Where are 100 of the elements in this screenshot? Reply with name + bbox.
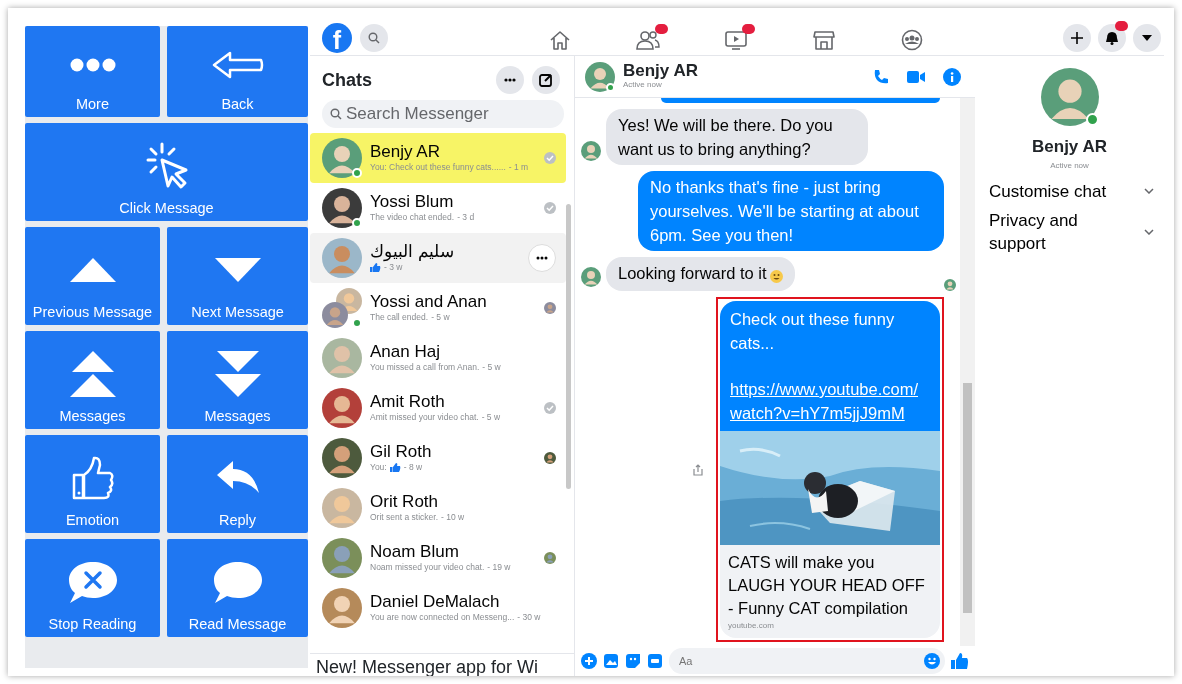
message-input[interactable]: Aa	[669, 648, 945, 674]
contact-name: Orit Roth	[370, 491, 440, 512]
avatar	[1040, 68, 1099, 126]
contact-name: Benjy AR	[370, 141, 441, 162]
contact-name: Yossi and Anan	[370, 291, 488, 312]
contact-name: Benjy AR	[623, 62, 698, 79]
group-icon	[901, 28, 923, 51]
account-menu-button[interactable]	[1133, 23, 1161, 52]
video-screen-icon	[725, 29, 747, 50]
image-icon[interactable]	[603, 653, 619, 669]
tool-button[interactable]: Previous Message	[25, 227, 160, 325]
notifications-button[interactable]	[1098, 23, 1126, 52]
check-circle-icon	[544, 202, 556, 214]
avatar	[322, 138, 362, 178]
contact-name: Amit Roth	[370, 391, 446, 412]
message-preview: Amit missed your video chat.	[370, 411, 479, 425]
more-icon	[504, 78, 516, 82]
plus-icon	[1071, 31, 1083, 44]
message-bubble: Yes! We will be there. Do you want us to bring anything?	[606, 109, 868, 165]
seen-avatar	[544, 302, 556, 314]
gif-icon[interactable]	[647, 653, 663, 669]
link[interactable]: https://www.youtube.com/watch?v=hY7m5jjJ9mM	[730, 377, 918, 425]
new-message-button[interactable]	[532, 66, 560, 94]
video-camera-icon[interactable]	[907, 69, 925, 84]
chat-list-item[interactable]: Anan Haj You missed a call from Anan. - 5 w	[310, 333, 566, 383]
share-icon[interactable]	[693, 463, 703, 476]
notification-badge	[1115, 20, 1128, 31]
triangle-down-icon	[214, 257, 261, 282]
tool-button[interactable]: Messages	[167, 331, 308, 429]
emoji-icon[interactable]	[924, 653, 940, 669]
contact-name: Yossi Blum	[370, 191, 455, 212]
chat-list-item[interactable]: Yossi and Anan The call ended. - 5 w	[310, 283, 566, 333]
section-toggle[interactable]: Customise chat	[975, 179, 1164, 203]
avatar	[581, 267, 601, 287]
people-icon	[636, 29, 660, 50]
message-preview: You are now connected on Messeng...	[370, 611, 515, 625]
more-icon	[536, 256, 548, 260]
like-icon[interactable]	[951, 652, 969, 670]
phone-icon[interactable]	[873, 68, 889, 85]
tool-button[interactable]: Reply	[167, 435, 308, 533]
tool-button[interactable]: Read Message	[167, 539, 308, 637]
tool-button[interactable]: Emotion	[25, 435, 160, 533]
chat-list-item[interactable]: Benjy AR You: Check out these funny cats...... - 1 m	[310, 133, 566, 183]
seen-avatar	[544, 552, 556, 564]
options-button[interactable]	[496, 66, 524, 94]
avatar	[322, 338, 362, 378]
chat-list-item[interactable]: Noam Blum Noam missed your video chat. - 19 w	[310, 533, 566, 583]
check-circle-icon	[544, 152, 556, 164]
bell-icon	[1105, 30, 1119, 45]
link-preview-card[interactable]: Check out these funny cats... https://www.youtube.com/watch?v=hY7m5jjJ9mM CATS will make you LAUGH YOUR HEAD OFF - Funny CAT compilation youtube.com	[720, 301, 940, 638]
contact-name: Gil Roth	[370, 441, 433, 462]
timestamp: - 5 w	[481, 411, 501, 425]
tool-button[interactable]: Next Message	[167, 227, 308, 325]
search-button[interactable]	[360, 23, 388, 52]
back-arrow-icon	[211, 50, 264, 81]
search-field[interactable]: Search Messenger	[322, 100, 564, 128]
status-text: Active now	[1050, 159, 1089, 172]
link-title: CATS will make you LAUGH YOUR HEAD OFF - Funny CAT compilation	[727, 552, 926, 619]
chevron-down-icon	[1144, 188, 1154, 194]
avatar	[322, 488, 362, 528]
logo[interactable]: f	[322, 22, 352, 53]
avatar	[322, 438, 362, 478]
scrollbar-thumb[interactable]	[963, 383, 972, 613]
timestamp: - 1 m	[508, 161, 529, 175]
message-preview: The call ended.	[370, 311, 429, 325]
tool-button[interactable]: Back	[167, 26, 308, 117]
tool-button[interactable]: Click Message	[25, 123, 308, 221]
chat-list-item[interactable]: Gil Roth You: - 8 w	[310, 433, 566, 483]
contact-name: Daniel DeMalach	[370, 591, 501, 612]
message-text: Check out these funny cats...	[730, 309, 896, 354]
timestamp: - 30 w	[517, 611, 541, 625]
link-domain: youtube.com	[727, 620, 775, 632]
chat-list-item[interactable]: Orit Roth Orit sent a sticker. - 10 w	[310, 483, 566, 533]
timestamp: - 19 w	[487, 561, 511, 575]
tool-button[interactable]: Stop Reading	[25, 539, 160, 637]
search-icon	[330, 108, 342, 120]
avatar	[322, 238, 362, 278]
scrollbar[interactable]	[960, 98, 975, 646]
options-button[interactable]	[528, 244, 556, 272]
sticker-icon[interactable]	[625, 653, 641, 669]
message-preview: You missed a call from Anan.	[370, 361, 480, 375]
tool-button[interactable]: Messages	[25, 331, 160, 429]
reply-arrow-icon	[216, 460, 259, 495]
chat-list-item[interactable]: Amit Roth Amit missed your video chat. - 5 w	[310, 383, 566, 433]
scrollbar-thumb[interactable]	[566, 204, 571, 489]
create-button[interactable]	[1063, 23, 1091, 52]
tool-button[interactable]: More	[25, 26, 160, 117]
storefront-icon	[813, 29, 835, 50]
info-icon[interactable]	[943, 67, 961, 86]
contact-name: Noam Blum	[370, 541, 460, 562]
chat-list-item[interactable]: Yossi Blum The video chat ended. - 3 d	[310, 183, 566, 233]
plus-circle-icon[interactable]	[581, 653, 597, 669]
notification-badge	[742, 23, 755, 34]
search-icon	[368, 31, 380, 44]
timestamp: - 8 w	[403, 461, 423, 475]
status-text: Active now	[623, 79, 663, 91]
section-toggle[interactable]: Privacy and support	[975, 208, 1164, 255]
timestamp: - 10 w	[441, 511, 465, 525]
timestamp: - 5 w	[482, 361, 501, 375]
chat-list-item[interactable]: Daniel DeMalach You are now connected on Messeng... - 30 w	[310, 583, 566, 633]
